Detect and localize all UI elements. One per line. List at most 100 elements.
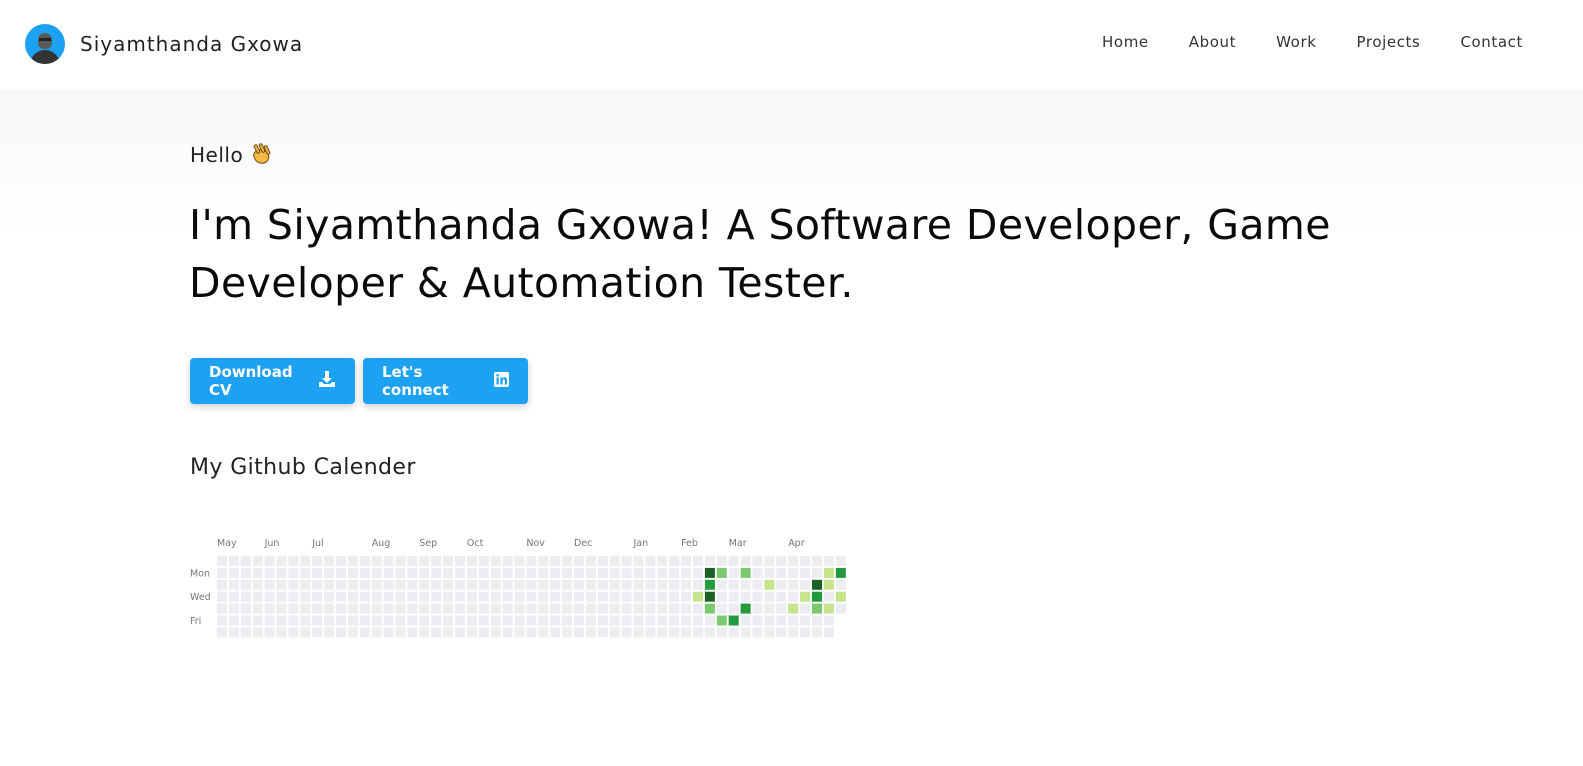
calendar-day-cell[interactable] (597, 567, 608, 578)
calendar-day-cell[interactable] (252, 591, 263, 602)
calendar-day-cell[interactable] (621, 579, 632, 590)
calendar-day-cell[interactable] (645, 567, 656, 578)
calendar-day-cell[interactable] (407, 567, 418, 578)
calendar-day-cell[interactable] (455, 591, 465, 602)
calendar-day-cell[interactable] (609, 567, 620, 578)
calendar-day-cell[interactable] (252, 567, 263, 578)
calendar-day-cell[interactable] (240, 591, 251, 602)
calendar-day-cell[interactable] (300, 591, 311, 602)
calendar-day-cell[interactable] (585, 603, 596, 614)
calendar-day-cell[interactable] (550, 567, 561, 578)
calendar-day-cell[interactable] (240, 603, 251, 614)
calendar-day-cell[interactable] (574, 556, 584, 566)
calendar-day-cell[interactable] (740, 615, 751, 626)
calendar-day-cell[interactable] (681, 567, 692, 578)
calendar-day-cell[interactable] (704, 567, 715, 578)
calendar-day-cell[interactable] (716, 615, 727, 626)
calendar-day-cell[interactable] (597, 556, 608, 566)
calendar-day-cell[interactable] (264, 567, 275, 578)
calendar-day-cell[interactable] (812, 591, 822, 602)
calendar-day-cell[interactable] (490, 603, 501, 614)
calendar-day-cell[interactable] (371, 627, 382, 638)
calendar-day-cell[interactable] (455, 615, 465, 626)
calendar-day-cell[interactable] (633, 591, 644, 602)
calendar-day-cell[interactable] (538, 591, 549, 602)
nav-work[interactable]: Work (1276, 33, 1316, 51)
calendar-day-cell[interactable] (514, 591, 525, 602)
calendar-day-cell[interactable] (431, 627, 442, 638)
calendar-day-cell[interactable] (228, 591, 239, 602)
calendar-day-cell[interactable] (455, 603, 465, 614)
calendar-day-cell[interactable] (681, 579, 692, 590)
calendar-day-cell[interactable] (443, 615, 454, 626)
calendar-day-cell[interactable] (752, 603, 763, 614)
calendar-day-cell[interactable] (776, 603, 787, 614)
calendar-day-cell[interactable] (526, 567, 537, 578)
calendar-day-cell[interactable] (633, 579, 644, 590)
calendar-day-cell[interactable] (681, 591, 692, 602)
calendar-day-cell[interactable] (669, 627, 680, 638)
calendar-day-cell[interactable] (823, 591, 834, 602)
calendar-day-cell[interactable] (443, 579, 454, 590)
calendar-day-cell[interactable] (288, 556, 299, 566)
calendar-day-cell[interactable] (764, 603, 775, 614)
calendar-day-cell[interactable] (300, 579, 311, 590)
calendar-day-cell[interactable] (407, 579, 418, 590)
calendar-day-cell[interactable] (240, 556, 251, 566)
nav-about[interactable]: About (1189, 33, 1236, 51)
calendar-day-cell[interactable] (788, 556, 799, 566)
calendar-day-cell[interactable] (704, 579, 715, 590)
calendar-day-cell[interactable] (217, 603, 227, 614)
calendar-day-cell[interactable] (419, 579, 430, 590)
calendar-day-cell[interactable] (502, 603, 513, 614)
calendar-day-cell[interactable] (217, 615, 227, 626)
calendar-day-cell[interactable] (800, 567, 811, 578)
calendar-day-cell[interactable] (550, 627, 561, 638)
calendar-day-cell[interactable] (383, 556, 394, 566)
calendar-day-cell[interactable] (752, 627, 763, 638)
calendar-day-cell[interactable] (288, 603, 299, 614)
calendar-day-cell[interactable] (419, 591, 430, 602)
calendar-day-cell[interactable] (728, 591, 739, 602)
calendar-day-cell[interactable] (455, 579, 465, 590)
calendar-day-cell[interactable] (812, 603, 822, 614)
calendar-day-cell[interactable] (740, 567, 751, 578)
calendar-day-cell[interactable] (597, 627, 608, 638)
calendar-day-cell[interactable] (597, 603, 608, 614)
calendar-day-cell[interactable] (800, 615, 811, 626)
calendar-day-cell[interactable] (276, 579, 287, 590)
calendar-day-cell[interactable] (264, 579, 275, 590)
calendar-day-cell[interactable] (324, 556, 335, 566)
nav-projects[interactable]: Projects (1357, 33, 1421, 51)
calendar-day-cell[interactable] (835, 591, 846, 602)
calendar-day-cell[interactable] (574, 615, 584, 626)
calendar-day-cell[interactable] (752, 579, 763, 590)
calendar-day-cell[interactable] (752, 556, 763, 566)
calendar-day-cell[interactable] (728, 627, 739, 638)
calendar-day-cell[interactable] (359, 591, 370, 602)
calendar-day-cell[interactable] (574, 567, 584, 578)
calendar-day-cell[interactable] (371, 556, 382, 566)
calendar-day-cell[interactable] (431, 556, 442, 566)
calendar-day-cell[interactable] (347, 627, 358, 638)
calendar-day-cell[interactable] (276, 556, 287, 566)
calendar-day-cell[interactable] (728, 603, 739, 614)
calendar-day-cell[interactable] (621, 567, 632, 578)
calendar-day-cell[interactable] (502, 627, 513, 638)
calendar-day-cell[interactable] (550, 615, 561, 626)
calendar-day-cell[interactable] (728, 567, 739, 578)
calendar-day-cell[interactable] (645, 579, 656, 590)
calendar-day-cell[interactable] (788, 579, 799, 590)
calendar-day-cell[interactable] (347, 615, 358, 626)
calendar-day-cell[interactable] (562, 627, 573, 638)
calendar-day-cell[interactable] (669, 591, 680, 602)
calendar-day-cell[interactable] (812, 627, 822, 638)
calendar-day-cell[interactable] (681, 615, 692, 626)
calendar-day-cell[interactable] (633, 567, 644, 578)
calendar-day-cell[interactable] (478, 603, 489, 614)
calendar-day-cell[interactable] (812, 579, 822, 590)
calendar-day-cell[interactable] (800, 556, 811, 566)
calendar-day-cell[interactable] (240, 615, 251, 626)
calendar-day-cell[interactable] (395, 615, 406, 626)
calendar-day-cell[interactable] (776, 567, 787, 578)
